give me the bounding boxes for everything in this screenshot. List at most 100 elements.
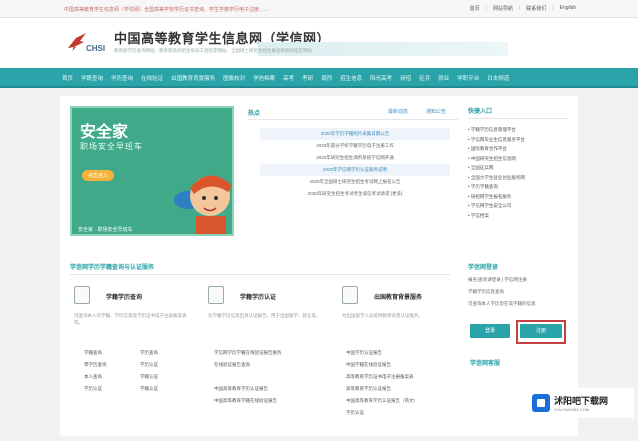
service-link[interactable]: 中国学历认证报告 [346,350,382,356]
nav-item[interactable]: 首页 [62,74,73,82]
promo-banner[interactable]: 安全家 职场安全早班车 点击进入 安全家 · 职场安全早班车 [70,106,234,236]
nav-items: 首页 学籍查询 学历查询 在线验证 出国教育背景服务 图像校对 学信档案 高考 考研 调剂 招生信息… [62,74,509,82]
service-link[interactable]: 学籍认证 [140,374,158,380]
quick-entry-title: 快捷入口 [468,106,568,119]
nav-item[interactable]: 出国教育背景服务 [171,74,215,82]
top-notice[interactable]: 中国高等教育学生信息网（学信网）全国高等学校学历证书查询、学生学籍学历电子注册…… [64,6,269,13]
service-link[interactable]: 中国高等教育学历认证报告（英文） [346,398,418,404]
quick-entry-panel: 快捷入口 • 学籍学历信息管理平台 • 学信网毕业生信息服务平台 • 国际教育合… [468,106,568,241]
nav-item[interactable]: 考研 [302,74,313,82]
service-link[interactable]: 高等教育学历认证报告 [346,386,391,392]
nav-item[interactable]: 阳光高考 [370,74,392,82]
nav-item[interactable]: 招生信息 [340,74,362,82]
news-title: 热点 [248,111,261,117]
service-heading[interactable]: 学籍学历认证 [240,292,276,301]
service-link[interactable]: 学历认证 [84,386,102,392]
news-header: 热点 最新动态 通知公告 [248,108,458,120]
login-title: 学信网登录 [468,265,499,271]
nav-item[interactable]: 日本频道 [487,74,509,82]
register-button[interactable]: 注册 [520,324,562,338]
service-link[interactable]: 零学历查询 [84,362,107,368]
login-info: 学籍学历信息查询 [468,289,504,294]
top-link-sitemap[interactable]: 网站导航 [493,5,513,12]
top-links: 首页 | 网站导航 | 联系我们 | English [470,5,576,12]
separator: | [485,5,487,11]
tab-notices[interactable]: 通知公告 [426,108,446,115]
chsi-logo-icon[interactable] [66,30,88,52]
logo-text: CHSI [86,44,106,53]
quick-link[interactable]: • 国际教育合作平台 [468,144,568,154]
nav-item[interactable]: 高考 [283,74,294,82]
search-document-icon [74,286,90,304]
service-heading[interactable]: 出国教育背景服务 [374,292,422,301]
watermark-logo-icon [532,394,550,412]
nav-item[interactable]: 研招 [400,74,411,82]
news-item[interactable]: 2020年研究生招生调剂系统学信网开通 [260,152,450,164]
service-link[interactable]: 在线验证报告查询 [214,362,250,368]
promo-footer: 安全家 · 职场安全早班车 [78,227,133,233]
quick-link[interactable]: • 全国大学生就业创业服务网 [468,173,568,183]
nav-item[interactable]: 学籍查询 [81,74,103,82]
service-link[interactable]: 学历认证 [346,410,364,416]
certificate-icon [208,286,224,304]
site-subtitle: 教育部学历查询网站、教育部高校招生阳光工程指定网站、全国硕士研究生招生报名和调剂… [114,48,312,53]
services-title: 学信网学历学籍查询与认证服务 [70,265,155,271]
service-description: 为出国留学人员提供教育背景认证服务。 [342,313,423,318]
nav-item[interactable]: 学职平台 [457,74,479,82]
service-link[interactable]: 学籍查询 [84,350,102,356]
nav-item[interactable]: 调剂 [321,74,332,82]
top-link-english[interactable]: English [560,5,576,12]
separator: | [518,5,521,11]
login-info[interactable]: 报名/查询请登录 | 学信网注册 [468,277,568,283]
quick-link[interactable]: • 学信档案 [468,211,568,221]
service-heading[interactable]: 学籍学历查询 [106,292,142,301]
watermark-brand: 沭阳吧下载网 [554,396,609,406]
customer-service-title: 学信网客服 [470,361,501,367]
nav-item[interactable]: 学历查询 [111,74,133,82]
news-item[interactable]: 2020年部分学校学籍学历电子注册工作 [260,140,450,152]
quick-link[interactable]: • 学信网毕业生信息服务平台 [468,135,568,145]
watermark-url: SHUYANGBA.COM [554,407,590,412]
nav-item[interactable]: 征兵 [419,74,430,82]
nav-item[interactable]: 就业 [438,74,449,82]
login-info: 可查询本人学历及在读学籍的信息 [468,301,536,306]
cartoon-character-icon [174,175,232,234]
nav-item[interactable]: 学信档案 [253,74,275,82]
service-description: 为学籍学历信息出具认证报告，用于出国留学、就业等。 [208,313,321,318]
graduation-document-icon [342,286,358,304]
news-item[interactable]: 2020年全国硕士研究生招生考试网上报名公告 [260,176,450,188]
promo-subtitle: 职场安全早班车 [80,142,143,151]
top-link-home[interactable]: 首页 [470,5,480,12]
login-button[interactable]: 登录 [470,324,510,338]
quick-link[interactable]: • 学信网学生安全公司 [468,201,568,211]
news-item[interactable]: 2020年学信网学历认证服务说明 [260,164,450,176]
promo-enter-button[interactable]: 点击进入 [82,170,115,181]
quick-link[interactable]: • 学历学籍查询 [468,182,568,192]
separator: | [552,5,554,11]
service-link[interactable]: 中国高等教育学籍在线验证报告 [214,398,277,404]
service-link[interactable]: 本人查询 [84,374,102,380]
quick-link[interactable]: • 中国研究生招生信息网 [468,154,568,164]
service-description: 可查询本人的学籍、学历信息及学历证书电子注册备案表等。 [74,313,187,325]
service-link[interactable]: 学信网学历学籍在线验证报告服务 [214,350,282,356]
news-item[interactable]: 2020年研究生招生考试考生诚信考试承诺 [更多] [260,188,450,200]
quick-link[interactable]: • 全国征兵网 [468,163,568,173]
divider [70,274,450,275]
service-link[interactable]: 中国学籍在线验证报告 [346,362,391,368]
login-panel: 学信网登录 报名/查询请登录 | 学信网注册 学籍学历信息查询 可查询本人学历及… [468,262,568,307]
service-link[interactable]: 学籍认证 [140,386,158,392]
site-watermark: 沭阳吧下载网 SHUYANGBA.COM [528,388,634,418]
service-link[interactable]: 学历认证 [140,362,158,368]
quick-link[interactable]: • 学籍学历信息管理平台 [468,125,568,135]
top-bar: 中国高等教育学生信息网（学信网）全国高等学校学历证书查询、学生学籍学历电子注册…… [0,0,638,18]
service-link[interactable]: 学历查询 [140,350,158,356]
top-link-contact[interactable]: 联系我们 [526,5,546,12]
news-list: 2020年学历学籍照片采集日期公告 2020年部分学校学籍学历电子注册工作 20… [260,128,450,200]
service-link[interactable]: 高等教育学历证书电子注册备案表 [346,374,414,380]
service-link[interactable]: 中国高等教育学历认证报告 [214,386,268,392]
news-item[interactable]: 2020年学历学籍照片采集日期公告 [260,128,450,140]
nav-item[interactable]: 在线验证 [141,74,163,82]
tab-latest[interactable]: 最新动态 [388,108,408,115]
nav-item[interactable]: 图像校对 [223,74,245,82]
quick-link[interactable]: • 研招网学生报名服务 [468,192,568,202]
